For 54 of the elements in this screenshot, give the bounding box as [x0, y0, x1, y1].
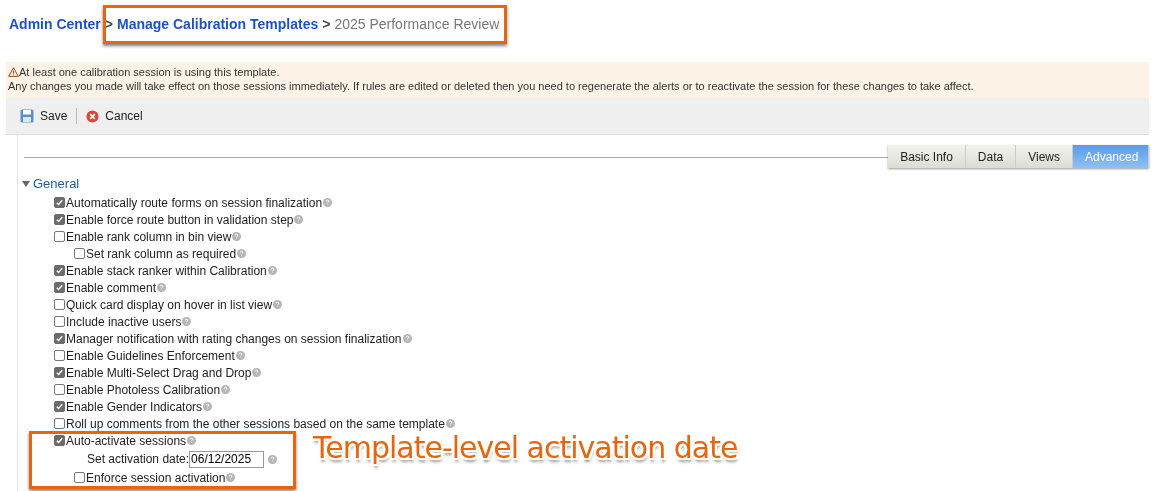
option-label: Enable rank column in bin view [66, 228, 232, 246]
option-label: Manager notification with rating changes on session finalization [66, 330, 402, 348]
alert-title: At least one calibration session is using this template. [19, 65, 280, 79]
option-label: Automatically route forms on session finalization [66, 194, 323, 212]
breadcrumb-current: 2025 Performance Review [334, 15, 500, 34]
checkbox[interactable] [54, 214, 65, 225]
option-label: Enable force route button in validation step [66, 211, 294, 229]
checkbox[interactable] [74, 472, 85, 483]
option-label: Auto-activate sessions [66, 432, 187, 450]
checkmark-icon [55, 334, 64, 343]
option-label: Enable comment [66, 279, 157, 297]
breadcrumb-link[interactable]: Admin Center [9, 14, 101, 35]
date-field[interactable]: 06/12/2025 [189, 450, 265, 468]
checkbox[interactable] [54, 350, 65, 361]
option-label: Enable stack ranker within Calibration [66, 262, 267, 280]
checkbox[interactable] [54, 282, 65, 293]
field-label: Set activation date: [87, 451, 190, 468]
cancel-icon [86, 109, 100, 123]
checkbox[interactable] [54, 299, 65, 310]
tab[interactable]: Basic Info [888, 145, 966, 168]
checkbox[interactable] [54, 384, 65, 395]
checkbox[interactable] [54, 418, 65, 429]
triangle-icon[interactable] [22, 181, 30, 187]
checkbox[interactable] [54, 265, 65, 276]
checkmark-icon [55, 402, 64, 411]
checkbox[interactable] [54, 316, 65, 327]
cancel-button[interactable]: Cancel [86, 107, 143, 125]
warning-icon [8, 67, 19, 77]
option-label: Enable Gender Indicators [66, 398, 203, 416]
alert-message: Any changes you made will take effect on those sessions immediately. If rules are edited or deleted then you need to regenerate the alerts or to reactivate the session for these changes to take affect. [8, 79, 975, 93]
option-label: Set rank column as required [86, 245, 237, 263]
checkbox[interactable] [54, 333, 65, 344]
breadcrumb-link[interactable]: Manage Calibration Templates [117, 14, 319, 35]
tab[interactable]: Data [965, 145, 1017, 168]
option-label: Enable Photoless Calibration [66, 381, 221, 399]
breadcrumb-separator: > [322, 15, 331, 34]
option-label: Enable Guidelines Enforcement [66, 347, 235, 365]
save-button[interactable]: Save [20, 107, 68, 125]
option-label: Quick card display on hover in list view [66, 296, 273, 314]
checkbox[interactable] [54, 231, 65, 242]
checkbox[interactable] [54, 197, 65, 208]
option-label: Include inactive users [66, 313, 182, 331]
checkbox[interactable] [54, 435, 65, 446]
callout-text: Template-level activation date [313, 430, 738, 467]
checkbox[interactable] [54, 367, 65, 378]
checkmark-icon [55, 368, 64, 377]
checkbox[interactable] [74, 248, 85, 259]
tab[interactable]: Views [1016, 145, 1073, 168]
checkbox[interactable] [54, 401, 65, 412]
option-label: Enforce session activation [86, 469, 226, 487]
option-label: Roll up comments from the other sessions based on the same template [66, 415, 445, 433]
checkmark-icon [55, 436, 64, 445]
section-title[interactable]: General [33, 174, 80, 194]
option-label: Enable Multi-Select Drag and Drop [66, 364, 252, 382]
